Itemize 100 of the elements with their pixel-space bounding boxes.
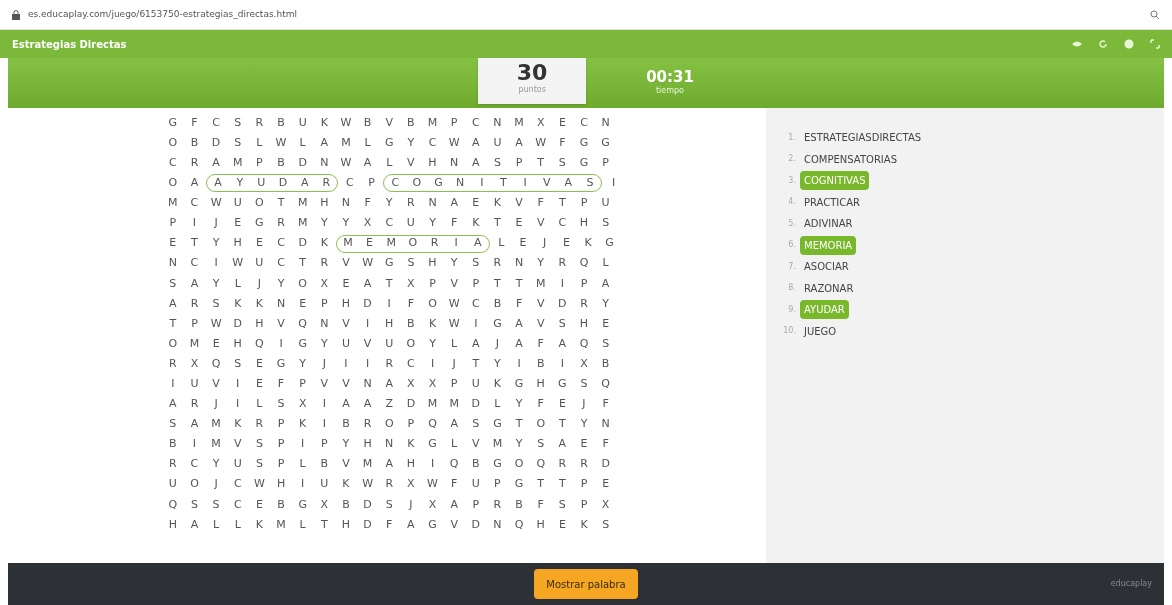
grid-letter[interactable]: D [205, 134, 227, 152]
grid-letter[interactable]: M [508, 114, 530, 132]
grid-letter[interactable]: V [335, 255, 357, 272]
grid-letter[interactable]: J [205, 396, 227, 413]
grid-letter[interactable]: T [551, 476, 574, 493]
grid-letter[interactable]: M [183, 335, 206, 353]
grid-letter[interactable]: N [313, 155, 336, 172]
grid-letter[interactable]: D [400, 396, 422, 413]
grid-letter[interactable]: R [551, 456, 574, 473]
grid-letter[interactable]: G [162, 114, 184, 132]
grid-letter[interactable]: F [443, 476, 465, 493]
grid-letter[interactable]: I [551, 355, 574, 373]
grid-letter[interactable]: V [226, 436, 249, 453]
grid-letter[interactable]: F [594, 396, 617, 413]
grid-letter[interactable]: P [270, 456, 292, 473]
grid-letter[interactable]: N [486, 114, 509, 132]
grid-letter[interactable]: S [205, 496, 227, 514]
grid-letter[interactable]: T [270, 195, 292, 212]
grid-letter[interactable]: P [270, 436, 292, 453]
grid-letter[interactable]: S [551, 315, 574, 333]
grid-letter[interactable]: N [449, 175, 471, 192]
grid-letter[interactable]: R [486, 255, 509, 272]
grid-letter[interactable]: B [313, 456, 336, 473]
grid-letter[interactable]: G [573, 134, 595, 152]
grid-letter[interactable]: C [421, 134, 444, 152]
grid-letter[interactable]: V [529, 215, 552, 232]
grid-letter[interactable]: E [248, 235, 271, 252]
zoom-icon[interactable] [1150, 9, 1160, 20]
grid-letter[interactable]: W [443, 134, 465, 152]
grid-letter[interactable]: R [378, 355, 401, 373]
grid-letter[interactable]: P [573, 195, 595, 212]
grid-letter[interactable]: T [313, 516, 336, 534]
grid-letter[interactable]: A [508, 134, 530, 152]
grid-letter[interactable]: L [443, 335, 465, 353]
grid-letter[interactable]: T [508, 416, 530, 433]
grid-letter[interactable]: U [226, 456, 249, 473]
grid-letter[interactable]: I [551, 275, 574, 293]
grid-letter[interactable]: P [464, 496, 487, 514]
grid-letter[interactable]: A [594, 275, 617, 293]
grid-letter[interactable]: E [335, 275, 357, 293]
grid-letter[interactable]: X [291, 396, 314, 413]
grid-letter[interactable]: X [400, 275, 422, 293]
grid-letter[interactable]: C [551, 215, 574, 232]
grid-letter[interactable]: R [183, 295, 206, 313]
grid-letter[interactable]: I [470, 175, 493, 192]
grid-letter[interactable]: C [226, 496, 249, 514]
grid-letter[interactable]: I [205, 255, 227, 272]
grid-letter[interactable]: X [421, 376, 444, 393]
grid-letter[interactable]: A [508, 335, 530, 353]
grid-letter[interactable]: A [183, 275, 206, 293]
grid-letter[interactable]: V [270, 315, 292, 333]
grid-letter[interactable]: B [183, 134, 206, 152]
grid-letter[interactable]: G [598, 235, 621, 252]
grid-letter[interactable]: K [226, 416, 249, 433]
grid-letter[interactable]: Q [443, 456, 465, 473]
grid-letter[interactable]: T [492, 175, 515, 192]
grid-letter[interactable]: Y [573, 416, 595, 433]
grid-letter[interactable]: K [400, 436, 422, 453]
grid-letter[interactable]: O [248, 195, 271, 212]
grid-letter[interactable]: A [443, 416, 465, 433]
grid-letter[interactable]: Y [421, 335, 444, 353]
grid-letter[interactable]: V [443, 516, 465, 534]
grid-letter[interactable]: X [313, 496, 336, 514]
grid-letter[interactable]: F [443, 215, 465, 232]
grid-letter[interactable]: L [291, 456, 314, 473]
grid-letter[interactable]: J [533, 235, 556, 252]
grid-letter[interactable]: F [356, 195, 379, 212]
grid-letter[interactable]: J [205, 476, 227, 493]
grid-letter[interactable]: X [356, 215, 379, 232]
grid-letter[interactable]: Q [594, 376, 617, 393]
grid-letter[interactable]: N [162, 255, 184, 272]
grid-letter[interactable]: R [573, 295, 595, 313]
grid-letter[interactable]: Q [573, 255, 595, 272]
grid-letter[interactable]: N [270, 295, 292, 313]
grid-letter[interactable]: H [248, 315, 271, 333]
grid-letter[interactable]: B [270, 114, 292, 132]
grid-letter[interactable]: S [226, 114, 249, 132]
grid-letter[interactable]: W [529, 134, 552, 152]
grid-letter[interactable]: B [400, 114, 422, 132]
grid-letter[interactable]: A [443, 195, 465, 212]
grid-letter[interactable]: D [594, 456, 617, 473]
grid-letter[interactable]: K [486, 195, 509, 212]
grid-letter[interactable]: J [400, 496, 422, 514]
grid-letter[interactable]: J [248, 275, 271, 293]
grid-letter[interactable]: K [248, 516, 271, 534]
grid-letter[interactable]: T [486, 215, 509, 232]
grid-letter[interactable]: P [313, 295, 336, 313]
grid-letter[interactable]: Y [378, 195, 401, 212]
grid-letter[interactable]: V [205, 376, 227, 393]
grid-letter[interactable]: A [335, 396, 357, 413]
grid-letter[interactable]: X [400, 376, 422, 393]
grid-letter[interactable]: D [551, 295, 574, 313]
grid-letter[interactable]: S [551, 155, 574, 172]
grid-letter[interactable]: A [466, 235, 489, 252]
grid-letter[interactable]: W [335, 114, 357, 132]
grid-letter[interactable]: C [226, 476, 249, 493]
grid-letter[interactable]: F [529, 335, 552, 353]
grid-letter[interactable]: J [443, 355, 465, 373]
grid-letter[interactable]: M [270, 516, 292, 534]
grid-letter[interactable]: M [443, 396, 465, 413]
